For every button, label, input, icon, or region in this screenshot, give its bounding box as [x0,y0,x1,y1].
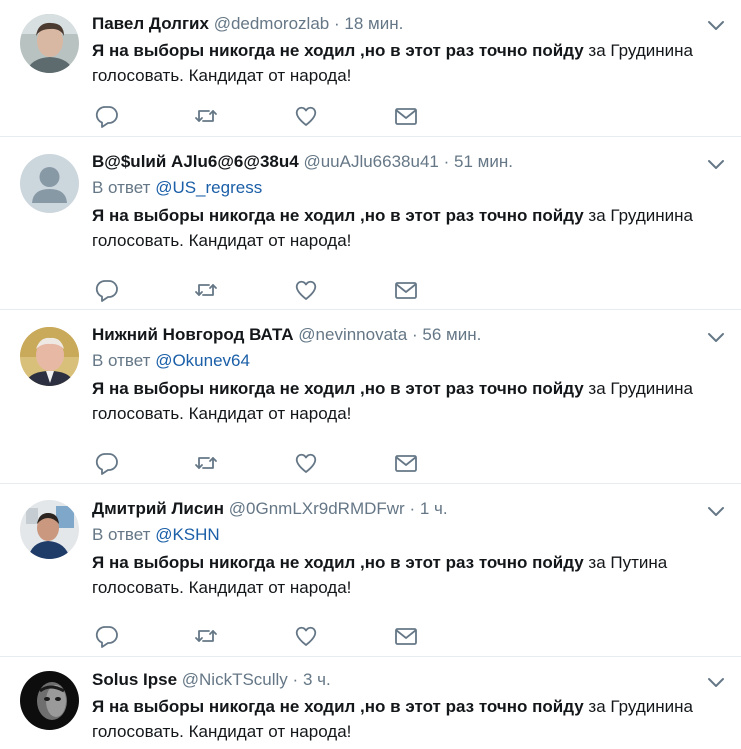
tweet-content: Павел Долгих @dedmorozlab · 18 мин. Я на… [92,12,721,88]
retweet-icon[interactable] [193,624,219,648]
tweet-content: Нижний Новгород ВАТА @nevinnovata · 56 м… [92,323,721,426]
avatar[interactable] [20,14,79,73]
tweet-header: Павел Долгих @dedmorozlab · 18 мин. [92,12,721,36]
direct-message-icon[interactable] [393,451,419,475]
author-fullname[interactable]: В@$ulий AJlu6@6@38u4 [92,152,299,171]
separator-dot: · [292,670,299,689]
reply-icon[interactable] [94,104,120,128]
separator-dot: · [409,499,416,518]
tweet-text-rest: за Грудинина [583,206,693,225]
avatar[interactable] [20,327,79,386]
author-username[interactable]: @NickTScully [182,670,288,689]
reply-prefix: В ответ [92,525,151,544]
tweet-text-bold: Я на выборы никогда не ходил ,но в этот … [92,697,584,716]
tweet-header: В@$ulий AJlu6@6@38u4 @uuAJlu6638u41 · 51… [92,150,721,174]
tweet-text: Я на выборы никогда не ходил ,но в этот … [92,376,721,426]
tweet-text-line2: голосовать. Кандидат от народа! [92,722,352,741]
tweet-content: Дмитрий Лисин @0GnmLXr9dRMDFwr · 1 ч. В … [92,497,721,600]
tweet-actions [92,278,432,302]
tweet-text-line2: голосовать. Кандидат от народа! [92,231,352,250]
author-fullname[interactable]: Дмитрий Лисин [92,499,224,518]
author-username[interactable]: @uuAJlu6638u41 [303,152,438,171]
author-fullname[interactable]: Нижний Новгород ВАТА [92,325,294,344]
tweet-header: Нижний Новгород ВАТА @nevinnovata · 56 м… [92,323,721,347]
tweet-text-rest: за Путина [583,553,668,572]
reply-mention-link[interactable]: @US_regress [155,178,262,197]
reply-prefix: В ответ [92,178,151,197]
tweet-text-rest: за Грудинина [583,379,693,398]
separator-dot: · [333,14,340,33]
tweet-actions [92,104,432,128]
retweet-icon[interactable] [193,278,219,302]
tweet-header: Дмитрий Лисин @0GnmLXr9dRMDFwr · 1 ч. [92,497,721,521]
author-fullname[interactable]: Павел Долгих [92,14,209,33]
reply-icon[interactable] [94,624,120,648]
tweet-timestamp[interactable]: 3 ч. [303,670,331,689]
avatar[interactable] [20,154,79,213]
chevron-down-icon[interactable] [707,675,725,689]
retweet-icon[interactable] [193,451,219,475]
avatar[interactable] [20,500,79,559]
tweet-content: Solus Ipse @NickTScully · 3 ч. Я на выбо… [92,668,721,744]
tweet-text: Я на выборы никогда не ходил ,но в этот … [92,203,721,253]
author-username[interactable]: @0GnmLXr9dRMDFwr [229,499,405,518]
tweet-content: В@$ulий AJlu6@6@38u4 @uuAJlu6638u41 · 51… [92,150,721,253]
author-fullname[interactable]: Solus Ipse [92,670,177,689]
tweet-item[interactable]: В@$ulий AJlu6@6@38u4 @uuAJlu6638u41 · 51… [0,137,741,310]
tweet-item[interactable]: Дмитрий Лисин @0GnmLXr9dRMDFwr · 1 ч. В … [0,484,741,657]
chevron-down-icon[interactable] [707,504,725,518]
reply-icon[interactable] [94,451,120,475]
reply-context: В ответ @KSHN [92,522,721,548]
tweet-text: Я на выборы никогда не ходил ,но в этот … [92,38,721,88]
tweet-text: Я на выборы никогда не ходил ,но в этот … [92,694,721,744]
reply-context: В ответ @US_regress [92,175,721,201]
tweet-header: Solus Ipse @NickTScully · 3 ч. [92,668,721,692]
author-username[interactable]: @nevinnovata [298,325,407,344]
tweet-actions [92,624,432,648]
separator-dot: · [411,325,418,344]
direct-message-icon[interactable] [393,278,419,302]
like-icon[interactable] [293,624,319,648]
chevron-down-icon[interactable] [707,330,725,344]
tweet-text-rest: за Грудинина [583,41,693,60]
tweet-text: Я на выборы никогда не ходил ,но в этот … [92,550,721,600]
tweet-item[interactable]: Solus Ipse @NickTScully · 3 ч. Я на выбо… [0,657,741,749]
tweet-text-bold: Я на выборы никогда не ходил ,но в этот … [92,41,584,60]
tweet-text-line2: голосовать. Кандидат от народа! [92,578,352,597]
author-username[interactable]: @dedmorozlab [214,14,330,33]
tweet-timestamp[interactable]: 56 мин. [422,325,481,344]
avatar[interactable] [20,671,79,730]
reply-prefix: В ответ [92,351,151,370]
like-icon[interactable] [293,104,319,128]
reply-icon[interactable] [94,278,120,302]
reply-context: В ответ @Okunev64 [92,348,721,374]
tweet-timestamp[interactable]: 18 мин. [344,14,403,33]
like-icon[interactable] [293,278,319,302]
tweet-text-bold: Я на выборы никогда не ходил ,но в этот … [92,553,584,572]
tweet-text-line2: голосовать. Кандидат от народа! [92,66,352,85]
like-icon[interactable] [293,451,319,475]
tweet-timestamp[interactable]: 51 мин. [454,152,513,171]
tweet-timestamp[interactable]: 1 ч. [420,499,448,518]
direct-message-icon[interactable] [393,104,419,128]
tweet-text-line2: голосовать. Кандидат от народа! [92,404,352,423]
reply-mention-link[interactable]: @KSHN [155,525,220,544]
tweet-text-bold: Я на выборы никогда не ходил ,но в этот … [92,206,584,225]
chevron-down-icon[interactable] [707,157,725,171]
tweet-text-bold: Я на выборы никогда не ходил ,но в этот … [92,379,584,398]
separator-dot: · [443,152,450,171]
tweet-text-rest: за Грудинина [583,697,693,716]
tweet-actions [92,451,432,475]
chevron-down-icon[interactable] [707,18,725,32]
direct-message-icon[interactable] [393,624,419,648]
retweet-icon[interactable] [193,104,219,128]
tweet-feed: Павел Долгих @dedmorozlab · 18 мин. Я на… [0,0,741,749]
tweet-item[interactable]: Нижний Новгород ВАТА @nevinnovata · 56 м… [0,310,741,484]
reply-mention-link[interactable]: @Okunev64 [155,351,250,370]
tweet-item[interactable]: Павел Долгих @dedmorozlab · 18 мин. Я на… [0,0,741,137]
